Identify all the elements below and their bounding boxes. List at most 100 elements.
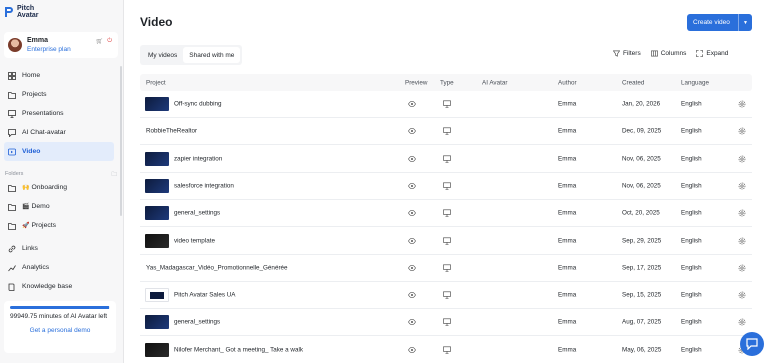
settings-gear-icon[interactable] [738, 291, 746, 299]
table-row[interactable]: general_settings Emma Aug, 07, 2025 English [140, 309, 752, 337]
col-type[interactable]: Type [440, 79, 454, 86]
table-row[interactable]: zapier integration Emma Nov, 06, 2025 Engli… [140, 146, 752, 173]
eye-icon[interactable] [408, 237, 416, 245]
settings-gear-icon[interactable] [738, 100, 746, 108]
nav-label: AI Chat-avatar [22, 129, 66, 136]
filters-button[interactable]: Filters [613, 50, 641, 57]
nav-item-video[interactable]: Video [4, 142, 114, 161]
eye-icon[interactable] [408, 318, 416, 326]
analytics-icon [8, 264, 16, 271]
author: Emma [558, 209, 577, 217]
video-thumbnail[interactable] [145, 233, 169, 248]
nav-item-ai-chat-avatar[interactable]: AI Chat-avatar [0, 123, 118, 142]
table-row[interactable]: Nilofer Merchant_ Got a meeting_ Take a … [140, 337, 752, 363]
expand-icon [696, 50, 704, 57]
nav-item-projects[interactable]: Projects [0, 85, 118, 104]
user-plan[interactable]: Enterprise plan [27, 45, 71, 54]
eye-icon[interactable] [408, 346, 416, 354]
video-thumbnail[interactable] [145, 97, 169, 111]
folder-item-projects[interactable]: 🚀 Projects [0, 216, 118, 235]
author: Emma [558, 100, 577, 108]
author: Emma [558, 346, 577, 354]
create-video-button[interactable]: Create video ▼ [687, 14, 752, 31]
cart-icon[interactable]: 🛒︎ [96, 38, 104, 45]
support-chat-button[interactable] [740, 332, 764, 356]
video-thumbnail[interactable] [145, 151, 169, 166]
folder-item-demo[interactable]: 🎬 Demo [0, 197, 118, 216]
created-date: Sep, 29, 2025 [622, 237, 662, 244]
project-name[interactable]: RobbieTheRealtor [146, 128, 197, 135]
settings-gear-icon[interactable] [738, 182, 746, 190]
link-icon [8, 245, 16, 252]
project-name[interactable]: general_settings [174, 210, 220, 217]
table-toolbar: Filters Columns Expand [613, 50, 728, 57]
table-row[interactable]: Yas_Madagascar_Vidéo_Promotionnelle_Géné… [140, 255, 752, 282]
logout-icon[interactable]: ⏻ [107, 38, 112, 45]
folder-list: 🙌 Onboarding 🎬 Demo 🚀 Projects [0, 178, 118, 235]
author: Emma [558, 291, 577, 299]
language: English [681, 100, 702, 108]
monitor-icon [443, 209, 451, 217]
nav-item-links[interactable]: Links [0, 239, 118, 258]
eye-icon[interactable] [408, 127, 416, 135]
table-row[interactable]: Off-sync dubbing Emma Jan, 20, 2026 English [140, 91, 752, 118]
eye-icon[interactable] [408, 291, 416, 299]
user-card[interactable]: Emma Enterprise plan 🛒︎ ⏻ [4, 32, 118, 58]
settings-gear-icon[interactable] [738, 318, 746, 326]
personal-demo-link[interactable]: Get a personal demo [10, 327, 110, 334]
settings-gear-icon[interactable] [738, 155, 746, 163]
tab-my-videos[interactable]: My videos [142, 47, 183, 63]
project-name[interactable]: Nilofer Merchant_ Got a meeting_ Take a … [174, 346, 303, 353]
video-thumbnail[interactable] [145, 342, 169, 357]
eye-icon[interactable] [408, 209, 416, 217]
project-name[interactable]: Yas_Madagascar_Vidéo_Promotionnelle_Géné… [146, 264, 288, 271]
col-author[interactable]: Author [558, 79, 577, 86]
tab-shared-with-me[interactable]: Shared with me [183, 47, 241, 63]
settings-gear-icon[interactable] [738, 264, 746, 272]
col-created[interactable]: Created [622, 79, 644, 86]
project-name[interactable]: Pitch Avatar Sales UA [174, 292, 235, 299]
chevron-down-icon[interactable]: ▼ [738, 14, 752, 31]
eye-icon[interactable] [408, 182, 416, 190]
language: English [681, 318, 702, 326]
table-row[interactable]: salesforce integration Emma Nov, 06, 2025 E… [140, 173, 752, 200]
sidebar: Pitch Avatar Emma Enterprise plan 🛒︎ ⏻ H… [0, 0, 124, 363]
project-name[interactable]: zapier integration [174, 155, 222, 162]
project-name[interactable]: video template [174, 237, 215, 244]
nav-item-analytics[interactable]: Analytics [0, 258, 118, 277]
eye-icon[interactable] [408, 264, 416, 272]
settings-gear-icon[interactable] [738, 127, 746, 135]
table-row[interactable]: RobbieTheRealtor Emma Dec, 09, 2025 English [140, 118, 752, 146]
settings-gear-icon[interactable] [738, 209, 746, 217]
sidebar-scrollbar[interactable] [120, 66, 122, 216]
col-ai-avatar[interactable]: AI Avatar [482, 79, 507, 86]
video-thumbnail[interactable] [145, 178, 169, 193]
settings-gear-icon[interactable] [738, 237, 746, 245]
author: Emma [558, 155, 577, 163]
table-row[interactable]: general_settings Emma Oct, 20, 2025 English [140, 200, 752, 228]
video-thumbnail[interactable] [145, 288, 169, 303]
pitch-avatar-logo-icon [5, 7, 13, 17]
expand-button[interactable]: Expand [696, 50, 728, 57]
col-language[interactable]: Language [681, 79, 709, 86]
eye-icon[interactable] [408, 100, 416, 108]
nav-label: Knowledge base [22, 283, 73, 290]
eye-icon[interactable] [408, 155, 416, 163]
video-thumbnail[interactable] [145, 315, 169, 330]
folder-item-onboarding[interactable]: 🙌 Onboarding [0, 178, 118, 197]
nav-item-home[interactable]: Home [0, 66, 118, 85]
columns-button[interactable]: Columns [650, 50, 686, 57]
project-name[interactable]: general_settings [174, 319, 220, 326]
project-name[interactable]: salesforce integration [174, 182, 234, 189]
project-name[interactable]: Off-sync dubbing [174, 101, 222, 108]
folder-emoji: 🎬 [22, 204, 30, 210]
col-project[interactable]: Project [146, 79, 166, 86]
nav-item-knowledge-base[interactable]: Knowledge base [0, 277, 118, 296]
logo[interactable]: Pitch Avatar [4, 5, 39, 19]
language: English [681, 155, 702, 163]
video-thumbnail[interactable] [145, 206, 169, 221]
nav-item-presentations[interactable]: Presentations [0, 104, 118, 123]
table-row[interactable]: Pitch Avatar Sales UA Emma Sep, 15, 2025 En… [140, 282, 752, 310]
table-row[interactable]: video template Emma Sep, 29, 2025 English [140, 228, 752, 255]
col-preview[interactable]: Preview [405, 79, 427, 86]
